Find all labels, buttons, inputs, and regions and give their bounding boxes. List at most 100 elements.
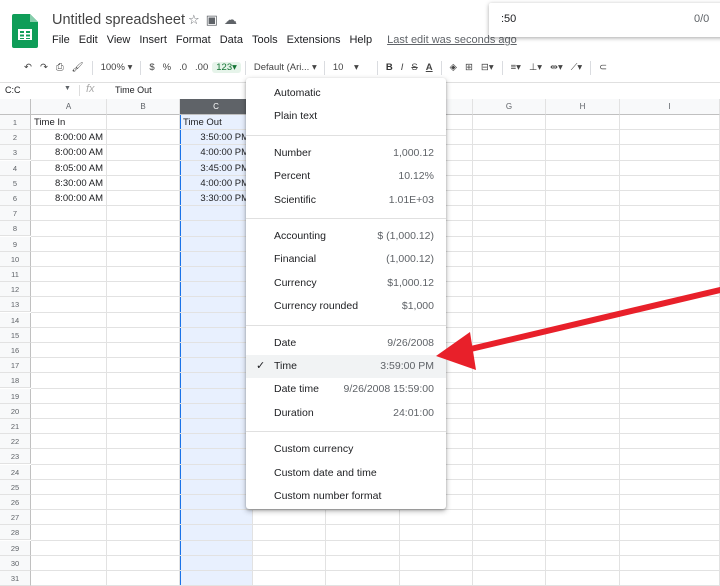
bold-button[interactable]: B bbox=[382, 62, 397, 73]
column-header-a[interactable]: A bbox=[31, 99, 107, 115]
undo-icon[interactable]: ↶ bbox=[20, 62, 36, 73]
cloud-status-icon[interactable]: ☁ bbox=[224, 12, 243, 27]
row-header-15[interactable]: 15 bbox=[0, 327, 31, 343]
format-option-financial[interactable]: Financial (1,000.12) bbox=[246, 248, 446, 271]
cell-c2[interactable]: 3:50:00 PM bbox=[183, 130, 249, 145]
row-header-30[interactable]: 30 bbox=[0, 555, 31, 571]
cell-a4[interactable]: 8:05:00 AM bbox=[34, 161, 103, 176]
merge-cells-icon[interactable]: ⊟▾ bbox=[477, 62, 498, 73]
text-rotate-icon[interactable]: ⟋▾ bbox=[567, 62, 586, 73]
format-option-currency-rounded[interactable]: Currency rounded $1,000 bbox=[246, 295, 446, 318]
menu-help[interactable]: Help bbox=[349, 34, 372, 46]
decrease-decimal-button[interactable]: .0 bbox=[175, 62, 191, 73]
format-option-date-time[interactable]: Date time 9/26/2008 15:59:00 bbox=[246, 378, 446, 401]
column-header-g[interactable]: G bbox=[473, 99, 546, 115]
menu-insert[interactable]: Insert bbox=[139, 34, 167, 46]
column-header-c[interactable]: C bbox=[180, 99, 253, 115]
row-header-21[interactable]: 21 bbox=[0, 419, 31, 434]
document-title[interactable]: Untitled spreadsheet bbox=[52, 12, 185, 28]
row-header-31[interactable]: 31 bbox=[0, 571, 31, 586]
format-option-automatic[interactable]: Automatic bbox=[246, 82, 446, 105]
row-header-4[interactable]: 4 bbox=[0, 160, 31, 176]
row-header-14[interactable]: 14 bbox=[0, 312, 31, 328]
row-header-2[interactable]: 2 bbox=[0, 130, 31, 146]
row-header-9[interactable]: 9 bbox=[0, 236, 31, 252]
format-option-time[interactable]: ✓ Time 3:59:00 PM bbox=[246, 355, 446, 378]
row-header-12[interactable]: 12 bbox=[0, 282, 31, 298]
currency-format-button[interactable]: $ bbox=[145, 62, 158, 73]
row-header-8[interactable]: 8 bbox=[0, 221, 31, 237]
fill-color-icon[interactable]: ◈ bbox=[446, 62, 461, 73]
cell-c6[interactable]: 3:30:00 PM bbox=[183, 191, 249, 206]
cell-a6[interactable]: 8:00:00 AM bbox=[34, 191, 103, 206]
format-option-scientific[interactable]: Scientific 1.01E+03 bbox=[246, 189, 446, 212]
format-option-currency[interactable]: Currency $1,000.12 bbox=[246, 272, 446, 295]
menu-tools[interactable]: Tools bbox=[252, 34, 278, 46]
move-folder-icon[interactable]: ▣ bbox=[206, 12, 224, 27]
increase-decimal-button[interactable]: .00 bbox=[191, 62, 212, 73]
format-option-date[interactable]: Date 9/26/2008 bbox=[246, 332, 446, 355]
font-size-select[interactable]: 10 ▾ bbox=[329, 62, 373, 73]
row-header-28[interactable]: 28 bbox=[0, 525, 31, 541]
menu-format[interactable]: Format bbox=[176, 34, 211, 46]
row-header-20[interactable]: 20 bbox=[0, 403, 31, 419]
menu-file[interactable]: File bbox=[52, 34, 70, 46]
name-box[interactable]: C:C bbox=[5, 85, 21, 95]
row-header-3[interactable]: 3 bbox=[0, 145, 31, 161]
insert-link-icon[interactable]: ⊂ bbox=[595, 62, 611, 73]
paint-format-icon[interactable]: 🖌 bbox=[68, 62, 88, 73]
cell-a5[interactable]: 8:30:00 AM bbox=[34, 176, 103, 191]
format-option-custom-date-and-time[interactable]: Custom date and time bbox=[246, 462, 446, 485]
format-option-duration[interactable]: Duration 24:01:00 bbox=[246, 402, 446, 425]
cell-c4[interactable]: 3:45:00 PM bbox=[183, 161, 249, 176]
chevron-down-icon[interactable]: ▼ bbox=[64, 85, 71, 92]
row-header-22[interactable]: 22 bbox=[0, 434, 31, 450]
align-horizontal-icon[interactable]: ≡▾ bbox=[507, 62, 525, 73]
print-icon[interactable]: ⎙ bbox=[52, 62, 68, 73]
row-header-7[interactable]: 7 bbox=[0, 206, 31, 222]
redo-icon[interactable]: ↷ bbox=[36, 62, 52, 73]
menu-extensions[interactable]: Extensions bbox=[287, 34, 341, 46]
formula-input[interactable]: Time Out bbox=[115, 85, 152, 95]
zoom-select[interactable]: 100% ▾ bbox=[97, 62, 137, 73]
format-option-plain-text[interactable]: Plain text bbox=[246, 105, 446, 128]
row-header-16[interactable]: 16 bbox=[0, 343, 31, 358]
menu-view[interactable]: View bbox=[107, 34, 131, 46]
strikethrough-button[interactable]: S bbox=[407, 62, 421, 73]
text-color-button[interactable]: A bbox=[422, 62, 437, 73]
format-option-custom-currency[interactable]: Custom currency bbox=[246, 438, 446, 461]
cell-a3[interactable]: 8:00:00 AM bbox=[34, 145, 103, 160]
column-header-b[interactable]: B bbox=[107, 99, 180, 115]
row-header-11[interactable]: 11 bbox=[0, 267, 31, 282]
select-all-corner[interactable] bbox=[0, 99, 31, 115]
align-vertical-icon[interactable]: ⊥▾ bbox=[525, 62, 546, 73]
row-header-18[interactable]: 18 bbox=[0, 373, 31, 389]
cell-a2[interactable]: 8:00:00 AM bbox=[34, 130, 103, 145]
find-box[interactable]: :50 0/0 bbox=[489, 3, 720, 37]
menu-edit[interactable]: Edit bbox=[79, 34, 98, 46]
row-header-1[interactable]: 1 bbox=[0, 115, 31, 130]
row-header-25[interactable]: 25 bbox=[0, 479, 31, 495]
cell-c3[interactable]: 4:00:00 PM bbox=[183, 145, 249, 160]
text-wrap-icon[interactable]: ⇹▾ bbox=[546, 62, 567, 73]
menu-data[interactable]: Data bbox=[220, 34, 243, 46]
row-header-27[interactable]: 27 bbox=[0, 510, 31, 526]
more-formats-button[interactable]: 123▾ bbox=[212, 62, 241, 73]
font-select[interactable]: Default (Ari... ▾ bbox=[250, 62, 320, 73]
find-input[interactable]: :50 bbox=[501, 13, 516, 25]
cell-c5[interactable]: 4:00:00 PM bbox=[183, 176, 249, 191]
row-header-10[interactable]: 10 bbox=[0, 251, 31, 267]
format-option-accounting[interactable]: Accounting $ (1,000.12) bbox=[246, 225, 446, 248]
cell-a1[interactable]: Time In bbox=[34, 115, 103, 130]
borders-icon[interactable]: ⊞ bbox=[461, 62, 477, 73]
star-icon[interactable]: ☆ bbox=[188, 12, 206, 27]
row-header-23[interactable]: 23 bbox=[0, 449, 31, 465]
format-option-custom-number-format[interactable]: Custom number format bbox=[246, 485, 446, 508]
format-option-number[interactable]: Number 1,000.12 bbox=[246, 142, 446, 165]
italic-button[interactable]: I bbox=[397, 62, 408, 73]
row-header-29[interactable]: 29 bbox=[0, 540, 31, 556]
percent-format-button[interactable]: % bbox=[159, 62, 175, 73]
column-header-h[interactable]: H bbox=[546, 99, 620, 115]
format-option-percent[interactable]: Percent 10.12% bbox=[246, 165, 446, 188]
row-header-5[interactable]: 5 bbox=[0, 175, 31, 191]
